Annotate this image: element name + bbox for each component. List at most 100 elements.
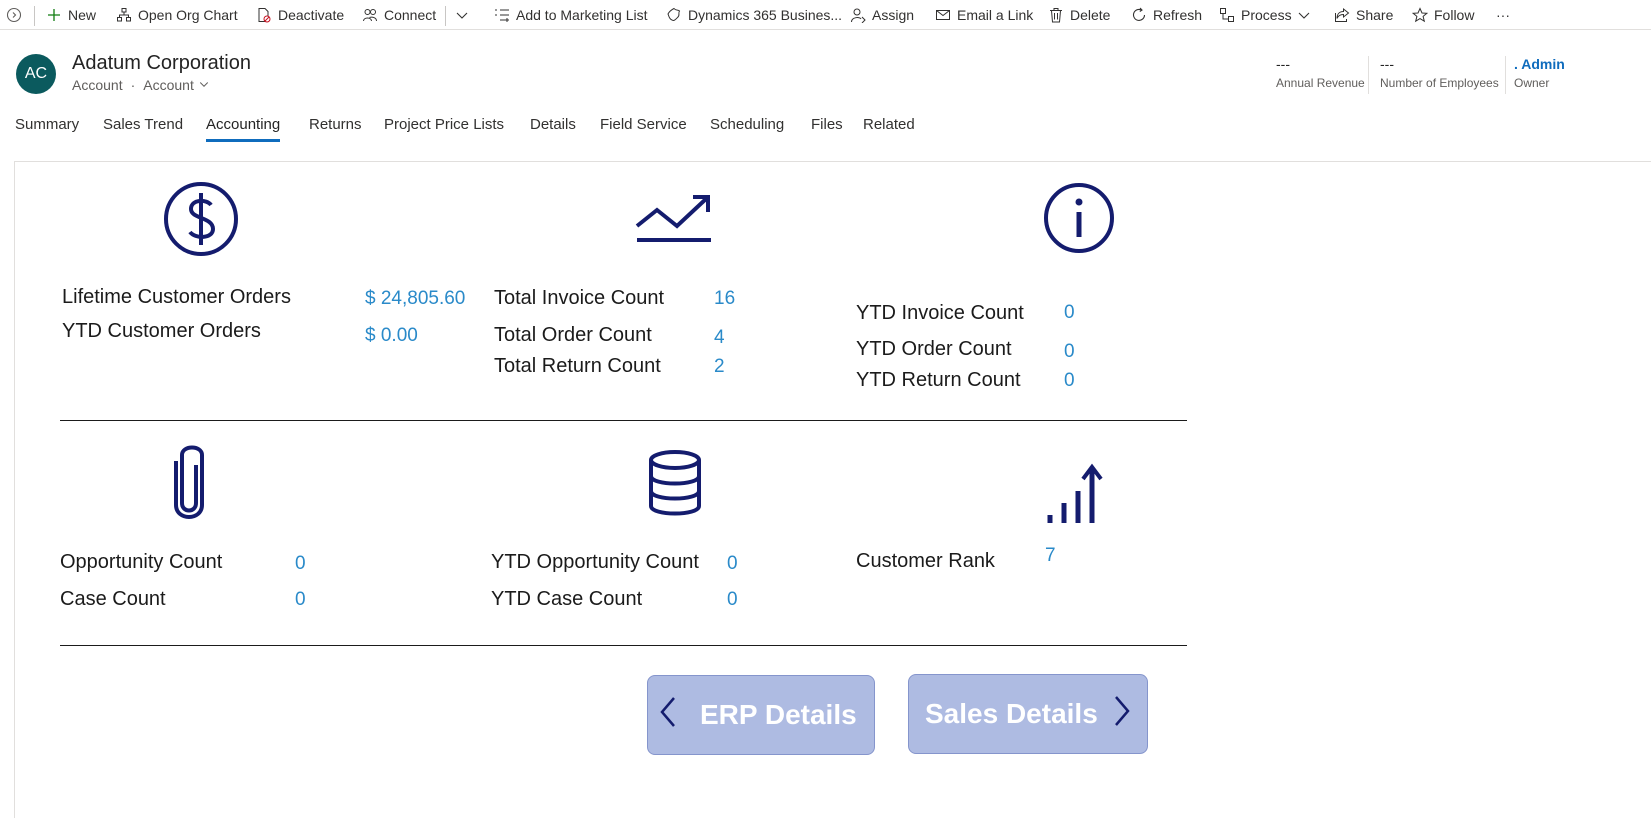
command-bar: New Open Org Chart Deactivate Connect Ad… <box>0 0 1651 30</box>
refresh-icon <box>1131 7 1147 23</box>
ytd-case-count-value: 0 <box>727 589 738 610</box>
employees-value: --- <box>1380 56 1394 72</box>
ytd-opportunity-count-value: 0 <box>727 553 738 574</box>
more-icon: ··· <box>1496 7 1510 23</box>
trash-icon <box>1048 7 1064 23</box>
tab-accounting[interactable]: Accounting <box>206 116 281 142</box>
email-icon <box>935 7 951 23</box>
connect-icon <box>362 7 378 23</box>
refresh-button[interactable]: Refresh <box>1131 0 1202 30</box>
ytd-return-value: 0 <box>1064 370 1075 391</box>
email-link-button[interactable]: Email a Link <box>935 0 1033 30</box>
record-title: Adatum Corporation <box>72 52 251 74</box>
record-subtitle: Account · Account <box>72 77 210 93</box>
tab-files[interactable]: Files <box>811 116 843 139</box>
follow-button[interactable]: Follow <box>1412 0 1474 30</box>
share-icon <box>1334 7 1350 23</box>
tab-related[interactable]: Related <box>863 116 915 139</box>
tab-project-price-lists[interactable]: Project Price Lists <box>384 116 504 139</box>
annual-revenue-label: Annual Revenue <box>1276 76 1365 90</box>
sales-details-label: Sales Details <box>925 698 1098 729</box>
info-icon <box>1043 182 1115 254</box>
section-divider <box>60 420 1187 421</box>
lifetime-orders-label: Lifetime Customer Orders <box>62 286 291 308</box>
chevron-down-icon[interactable] <box>198 77 210 93</box>
chevron-down-icon <box>1296 7 1312 23</box>
sales-details-button[interactable]: Sales Details <box>908 674 1148 754</box>
process-button[interactable]: Process <box>1219 0 1292 30</box>
process-dropdown[interactable] <box>1296 0 1318 30</box>
ytd-order-value: 0 <box>1064 341 1075 362</box>
ytd-orders-value: $ 0.00 <box>365 325 418 346</box>
dynamics-icon <box>666 7 682 23</box>
lifetime-orders-value: $ 24,805.60 <box>365 288 466 309</box>
back-icon[interactable] <box>6 0 28 30</box>
ytd-opportunity-count-label: YTD Opportunity Count <box>491 551 699 573</box>
total-return-label: Total Return Count <box>494 355 661 377</box>
delete-button[interactable]: Delete <box>1048 0 1110 30</box>
separator-dot: · <box>130 77 136 93</box>
ytd-invoice-value: 0 <box>1064 302 1075 323</box>
ytd-case-count-label: YTD Case Count <box>491 588 643 610</box>
customer-rank-label: Customer Rank <box>856 550 995 572</box>
tab-field-service[interactable]: Field Service <box>600 116 687 139</box>
deactivate-icon <box>256 7 272 23</box>
customer-rank-value: 7 <box>1045 545 1056 566</box>
org-chart-icon <box>116 7 132 23</box>
connect-button[interactable]: Connect <box>362 0 436 30</box>
total-return-value: 2 <box>714 356 725 377</box>
opportunity-count-label: Opportunity Count <box>60 551 223 573</box>
header-field-employees: --- Number of Employees <box>1380 56 1499 90</box>
list-add-icon <box>494 7 510 23</box>
ytd-invoice-label: YTD Invoice Count <box>856 302 1024 324</box>
tab-details[interactable]: Details <box>530 116 576 139</box>
paperclip-icon <box>170 443 208 521</box>
header-field-owner: . Admin Owner <box>1514 56 1565 90</box>
avatar: AC <box>16 54 56 94</box>
chevron-left-icon <box>656 692 680 739</box>
assign-button[interactable]: Assign <box>850 0 914 30</box>
opportunity-count-value: 0 <box>295 553 306 574</box>
erp-details-button[interactable]: ERP Details <box>647 675 875 755</box>
plus-icon <box>46 7 62 23</box>
database-icon <box>647 450 703 518</box>
tab-returns[interactable]: Returns <box>309 116 362 139</box>
ytd-orders-label: YTD Customer Orders <box>62 320 261 342</box>
tab-scheduling[interactable]: Scheduling <box>710 116 784 139</box>
rank-bars-icon <box>1046 463 1114 525</box>
star-icon <box>1412 7 1428 23</box>
trend-up-icon <box>635 192 713 244</box>
owner-link[interactable]: . Admin <box>1514 56 1565 74</box>
tab-sales-trend[interactable]: Sales Trend <box>103 116 183 139</box>
new-button[interactable]: New <box>46 0 96 30</box>
process-icon <box>1219 7 1235 23</box>
dynamics-365-button[interactable]: Dynamics 365 Busines... <box>666 0 842 30</box>
ytd-return-label: YTD Return Count <box>856 369 1021 391</box>
chevron-down-icon <box>454 7 470 23</box>
ytd-order-label: YTD Order Count <box>856 338 1012 360</box>
deactivate-button[interactable]: Deactivate <box>256 0 344 30</box>
owner-label: Owner <box>1514 76 1550 90</box>
case-count-label: Case Count <box>60 588 166 610</box>
total-invoice-value: 16 <box>714 288 736 309</box>
tab-summary[interactable]: Summary <box>15 116 79 139</box>
open-org-chart-button[interactable]: Open Org Chart <box>116 0 238 30</box>
chevron-right-icon <box>1110 691 1134 738</box>
add-to-marketing-list-button[interactable]: Add to Marketing List <box>494 0 648 30</box>
form-selector[interactable]: Account <box>143 77 194 93</box>
annual-revenue-value: --- <box>1276 56 1290 72</box>
employees-label: Number of Employees <box>1380 76 1499 90</box>
erp-details-label: ERP Details <box>700 699 857 730</box>
total-order-label: Total Order Count <box>494 324 652 346</box>
header-field-annual-revenue: --- Annual Revenue <box>1276 56 1365 90</box>
assign-icon <box>850 7 866 23</box>
more-commands-button[interactable]: ··· <box>1496 0 1510 30</box>
entity-name: Account <box>72 77 123 93</box>
total-invoice-label: Total Invoice Count <box>494 287 665 309</box>
case-count-value: 0 <box>295 589 306 610</box>
share-button[interactable]: Share <box>1334 0 1393 30</box>
dollar-icon <box>163 181 239 257</box>
section-divider <box>60 645 1187 646</box>
connect-dropdown[interactable] <box>454 0 476 30</box>
total-order-value: 4 <box>714 327 725 348</box>
